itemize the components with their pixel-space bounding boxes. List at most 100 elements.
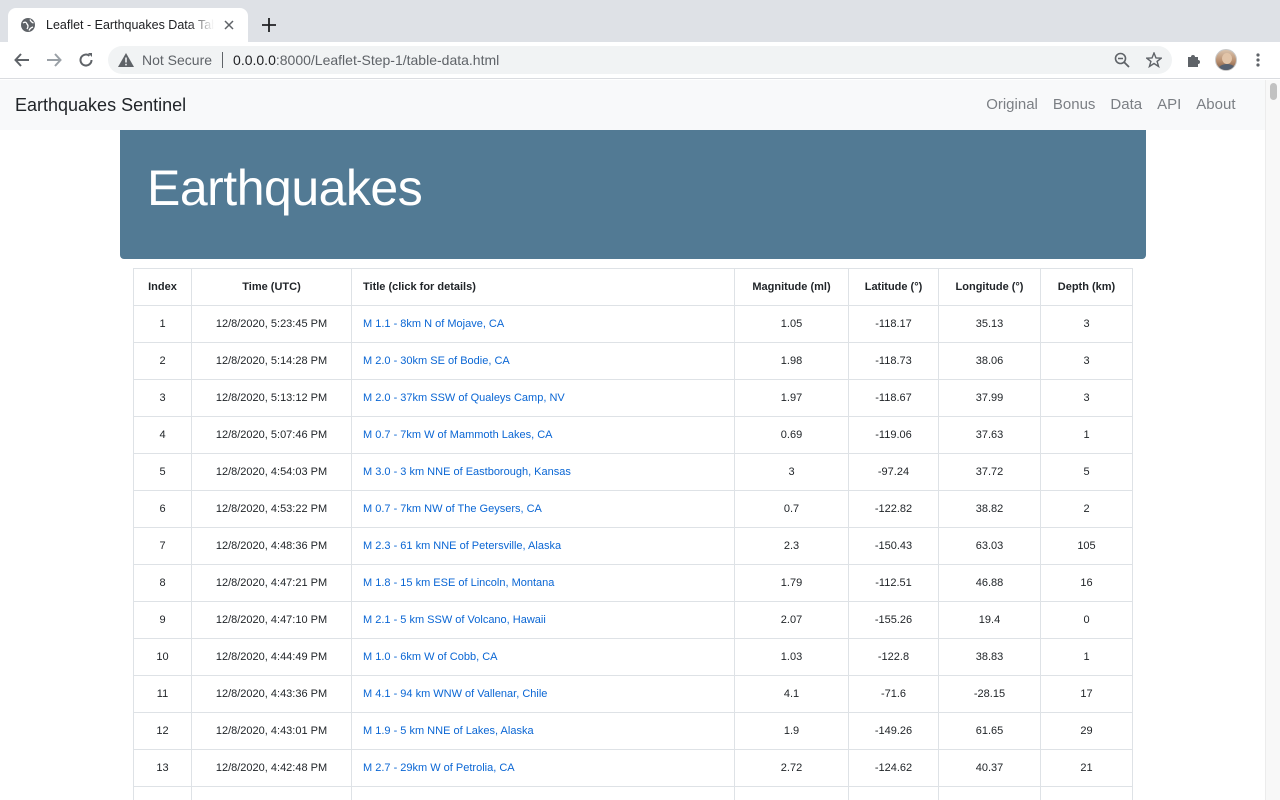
quake-title-link[interactable]: M 4.1 - 94 km WNW of Vallenar, Chile — [363, 688, 547, 700]
quake-title-link[interactable]: M 2.7 - 29km W of Petrolia, CA — [363, 762, 515, 774]
cell-longitude: 63.03 — [938, 527, 1041, 565]
cell-magnitude: 4.1 — [734, 675, 849, 713]
address-bar[interactable]: Not Secure 0.0.0.0:8000/Leaflet-Step-1/t… — [108, 46, 1172, 74]
header-longitude[interactable]: Longitude (°) — [938, 268, 1041, 306]
cell-time: 12/8/2020, 5:13:12 PM — [191, 379, 352, 417]
cell-depth: 29 — [1040, 712, 1133, 750]
profile-avatar[interactable] — [1214, 48, 1238, 72]
quake-title-link[interactable]: M 1.8 - 15 km ESE of Lincoln, Montana — [363, 577, 554, 589]
nav-link-api[interactable]: API — [1150, 96, 1189, 113]
cell-time: 12/8/2020, 4:43:36 PM — [191, 675, 352, 713]
cell-longitude: -28.15 — [938, 675, 1041, 713]
globe-icon — [20, 17, 36, 33]
table-row: 5 12/8/2020, 4:54:03 PM M 3.0 - 3 km NNE… — [133, 453, 1133, 491]
cell-index: 1 — [133, 305, 192, 343]
cell-time: 12/8/2020, 4:53:22 PM — [191, 490, 352, 528]
cell-latitude: -122.8 — [848, 638, 939, 676]
quake-title-link[interactable]: M 0.7 - 7km NW of The Geysers, CA — [363, 503, 542, 515]
quake-title-link[interactable]: M 2.3 - 61 km NNE of Petersville, Alaska — [363, 540, 561, 552]
quake-title-link[interactable]: M 2.1 - 5 km SSW of Volcano, Hawaii — [363, 614, 546, 626]
cell-time: 12/8/2020, 5:07:46 PM — [191, 416, 352, 454]
table-row: 9 12/8/2020, 4:47:10 PM M 2.1 - 5 km SSW… — [133, 601, 1133, 639]
jumbotron-banner: Earthquakes — [120, 130, 1146, 259]
forward-arrow-icon[interactable] — [42, 48, 66, 72]
header-time[interactable]: Time (UTC) — [191, 268, 352, 306]
nav-link-data[interactable]: Data — [1103, 96, 1150, 113]
cell-depth: 0 — [1040, 601, 1133, 639]
header-latitude[interactable]: Latitude (°) — [848, 268, 939, 306]
cell-index: 5 — [133, 453, 192, 491]
cell-longitude: 38.83 — [938, 638, 1041, 676]
header-depth[interactable]: Depth (km) — [1040, 268, 1133, 306]
quake-title-link[interactable]: M 2.0 - 30km SE of Bodie, CA — [363, 355, 510, 367]
navbar-links: Original Bonus Data API About — [979, 96, 1243, 113]
url-text[interactable]: 0.0.0.0:8000/Leaflet-Step-1/table-data.h… — [233, 52, 499, 68]
cell-depth: 105 — [1040, 527, 1133, 565]
browser-menu-icon[interactable] — [1246, 48, 1270, 72]
page-viewport: Earthquakes Sentinel Original Bonus Data… — [0, 80, 1265, 800]
cell-magnitude: 0.69 — [734, 416, 849, 454]
extensions-puzzle-icon[interactable] — [1182, 48, 1206, 72]
cell-magnitude: 1.05 — [734, 305, 849, 343]
cell-index: 4 — [133, 416, 192, 454]
header-index[interactable]: Index — [133, 268, 192, 306]
cell-depth: 17 — [1040, 675, 1133, 713]
close-tab-icon[interactable] — [220, 16, 238, 34]
quake-title-link[interactable]: M 1.9 - 5 km NNE of Lakes, Alaska — [363, 725, 534, 737]
cell-time: 12/8/2020, 4:54:03 PM — [191, 453, 352, 491]
cell-index: 11 — [133, 675, 192, 713]
warning-triangle-icon[interactable] — [118, 52, 134, 68]
profile-photo — [1215, 49, 1237, 71]
reload-icon[interactable] — [74, 48, 98, 72]
cell-magnitude: 1.79 — [734, 564, 849, 602]
cell-time: 12/8/2020, 5:14:28 PM — [191, 342, 352, 380]
zoom-out-icon[interactable] — [1114, 52, 1130, 68]
nav-link-about[interactable]: About — [1189, 96, 1243, 113]
cell-index: 2 — [133, 342, 192, 380]
header-title[interactable]: Title (click for details) — [351, 268, 735, 306]
nav-link-bonus[interactable]: Bonus — [1045, 96, 1103, 113]
cell-index: 13 — [133, 749, 192, 787]
header-magnitude[interactable]: Magnitude (ml) — [734, 268, 849, 306]
cell-latitude: -119.06 — [848, 416, 939, 454]
cell-longitude: 38.82 — [938, 490, 1041, 528]
cell-latitude: -118.17 — [848, 305, 939, 343]
tab-title: Leaflet - Earthquakes Data Table — [46, 18, 214, 32]
cell-title: M 4.1 - 94 km WNW of Vallenar, Chile — [351, 675, 735, 713]
cell-longitude: 19.4 — [938, 601, 1041, 639]
new-tab-icon[interactable] — [258, 14, 280, 36]
quake-title-link[interactable]: M 1.0 - 6km W of Cobb, CA — [363, 651, 497, 663]
table-row: 10 12/8/2020, 4:44:49 PM M 1.0 - 6km W o… — [133, 638, 1133, 676]
cell-depth: 21 — [1040, 749, 1133, 787]
cell-longitude: 37.99 — [938, 379, 1041, 417]
scrollbar-thumb[interactable] — [1270, 83, 1277, 100]
cell-depth: 16 — [1040, 564, 1133, 602]
quake-title-link[interactable]: M 1.1 - 8km N of Mojave, CA — [363, 318, 504, 330]
cell-magnitude: 2.72 — [734, 749, 849, 787]
cell-longitude: 46.88 — [938, 564, 1041, 602]
cell-magnitude: 1.9 — [734, 712, 849, 750]
cell-latitude: -150.43 — [848, 527, 939, 565]
earthquake-table-container: Index Time (UTC) Title (click for detail… — [133, 268, 1133, 800]
security-label[interactable]: Not Secure — [142, 52, 212, 68]
browser-tab-active[interactable]: Leaflet - Earthquakes Data Table — [8, 8, 248, 42]
cell-latitude: -118.73 — [848, 342, 939, 380]
quake-title-link[interactable]: M 3.0 - 3 km NNE of Eastborough, Kansas — [363, 466, 571, 478]
navbar-brand[interactable]: Earthquakes Sentinel — [15, 95, 186, 116]
cell-magnitude: 0.7 — [734, 490, 849, 528]
nav-link-original[interactable]: Original — [979, 96, 1046, 113]
cell-magnitude: 1.98 — [734, 342, 849, 380]
site-navbar: Earthquakes Sentinel Original Bonus Data… — [0, 80, 1265, 130]
page-scrollbar[interactable] — [1265, 80, 1280, 800]
cell-time: 12/8/2020, 5:23:45 PM — [191, 305, 352, 343]
quake-title-link[interactable]: M 0.7 - 7km W of Mammoth Lakes, CA — [363, 429, 553, 441]
cell-latitude: -71.6 — [848, 675, 939, 713]
quake-title-link[interactable]: M 2.0 - 37km SSW of Qualeys Camp, NV — [363, 392, 565, 404]
bookmark-star-icon[interactable] — [1146, 52, 1162, 68]
back-arrow-icon[interactable] — [10, 48, 34, 72]
cell-depth: 1 — [1040, 638, 1133, 676]
cell-title: M 0.7 - 7km NW of The Geysers, CA — [351, 490, 735, 528]
cell-index: 8 — [133, 564, 192, 602]
table-row: 6 12/8/2020, 4:53:22 PM M 0.7 - 7km NW o… — [133, 490, 1133, 528]
cell-index: 6 — [133, 490, 192, 528]
